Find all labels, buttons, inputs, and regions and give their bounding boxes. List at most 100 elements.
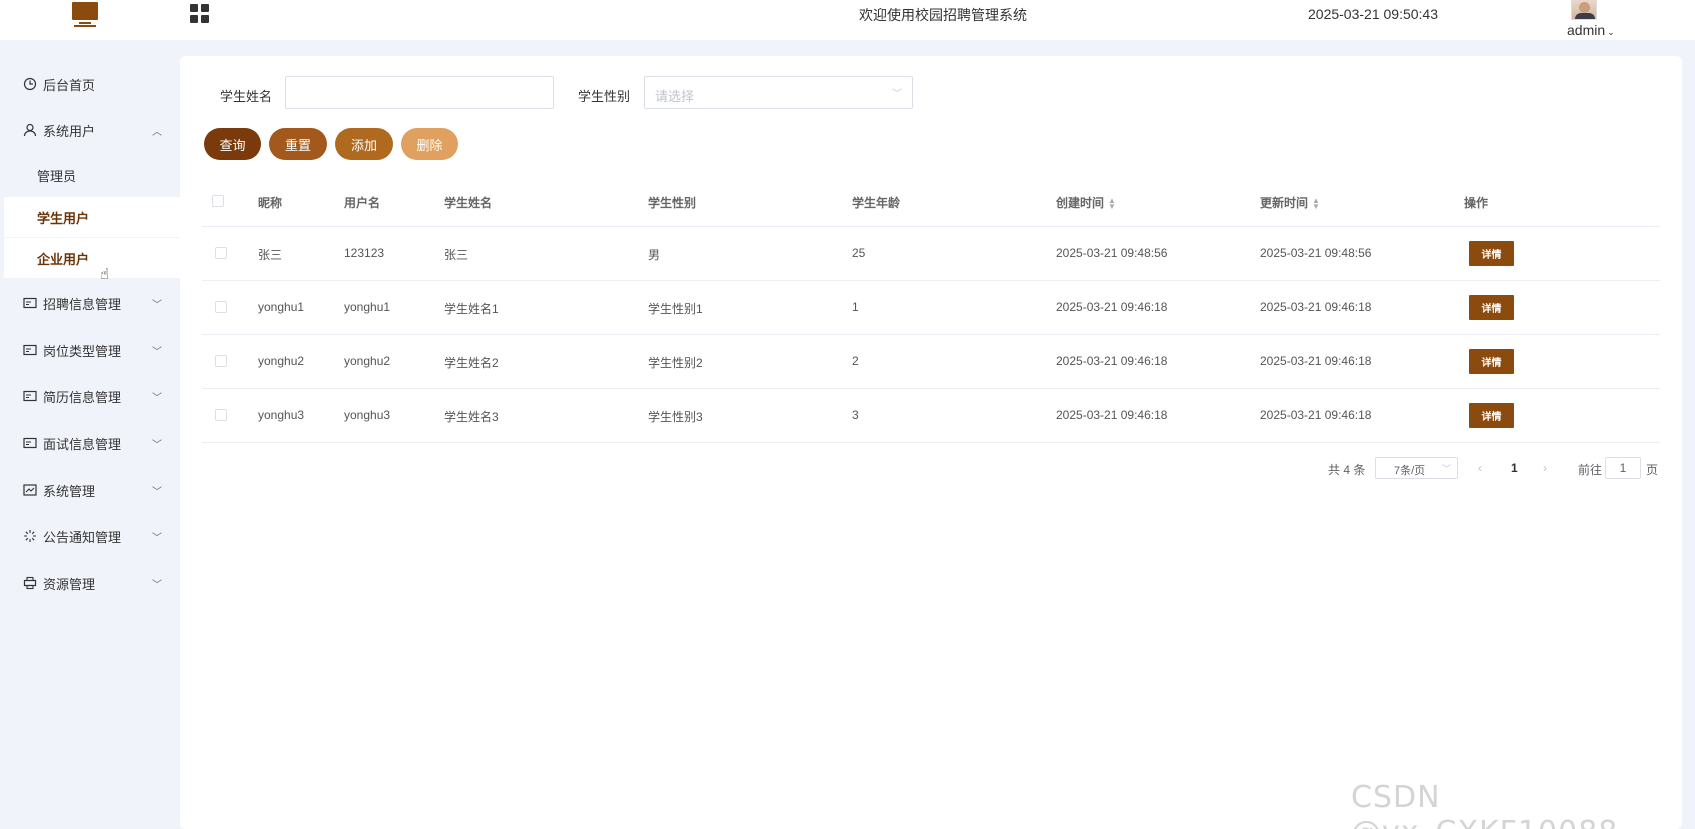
row-checkbox[interactable] [215, 301, 227, 313]
detail-button[interactable]: 详情 [1469, 349, 1514, 374]
add-button[interactable]: 添加 [335, 128, 393, 160]
goto-label: 前往 [1578, 463, 1603, 477]
current-datetime: 2025-03-21 09:50:43 [1308, 6, 1438, 22]
cell-student-age: 2 [852, 354, 859, 368]
column-header-label: 创建时间 [1056, 196, 1105, 210]
chart-icon [23, 483, 37, 497]
user-icon [23, 123, 37, 137]
printer-icon [23, 576, 37, 590]
cell-updated-time: 2025-03-21 09:46:18 [1260, 408, 1372, 422]
user-menu[interactable]: admin ⌄ [1567, 22, 1615, 38]
sidebar-item-system-management[interactable]: 系统管理 ﹀ [0, 470, 180, 510]
sidebar-item-resumes[interactable]: 简历信息管理 ﹀ [0, 376, 180, 416]
sidebar-item-notices[interactable]: 公告通知管理 ﹀ [0, 516, 180, 556]
sidebar-item-interviews[interactable]: 面试信息管理 ﹀ [0, 423, 180, 463]
cell-student-age: 25 [852, 246, 866, 260]
cell-nickname: 张三 [258, 248, 283, 262]
sidebar-item-label: 学生用户 [37, 210, 90, 226]
cell-updated-time: 2025-03-21 09:46:18 [1260, 354, 1372, 368]
sidebar-item-label: 招聘信息管理 [43, 296, 122, 312]
row-checkbox[interactable] [215, 247, 227, 259]
logo-icon[interactable] [72, 2, 98, 27]
sidebar-item-label: 资源管理 [43, 576, 96, 592]
loading-icon [23, 529, 37, 543]
chevron-down-icon: ﹀ [892, 89, 902, 100]
sidebar-item-recruitment[interactable]: 招聘信息管理 ﹀ [0, 283, 180, 323]
column-header-updated-time[interactable]: 更新时间 ▲ ▼ [1260, 194, 1320, 211]
cell-nickname: yonghu3 [258, 408, 305, 422]
sidebar-subitem-admin[interactable]: 管理员 [4, 155, 180, 195]
sidebar-item-dashboard[interactable]: 后台首页 [0, 64, 180, 104]
cell-student-gender: 男 [648, 248, 661, 262]
column-header-student-name: 学生姓名 [444, 196, 493, 210]
sidebar-subitem-student-users[interactable]: 学生用户 [4, 197, 180, 237]
cell-created-time: 2025-03-21 09:48:56 [1056, 246, 1168, 260]
cell-student-name: 张三 [444, 248, 469, 262]
row-divider [202, 442, 1660, 443]
sidebar-item-label: 后台首页 [43, 77, 96, 93]
chevron-down-icon: ﹀ [1441, 464, 1451, 474]
card-icon [23, 296, 37, 310]
card-icon [23, 343, 37, 357]
cell-created-time: 2025-03-21 09:46:18 [1056, 354, 1168, 368]
top-header: 欢迎使用校园招聘管理系统 2025-03-21 09:50:43 admin ⌄ [0, 0, 1695, 40]
cell-username: yonghu1 [344, 300, 391, 314]
row-divider [202, 388, 1660, 389]
hand-cursor-icon: ☝ [100, 266, 110, 283]
next-page-icon[interactable]: › [1543, 461, 1547, 475]
sidebar-item-label: 岗位类型管理 [43, 343, 122, 359]
sidebar-item-label: 系统用户 [43, 123, 96, 139]
sidebar-item-resources[interactable]: 资源管理 ﹀ [0, 563, 180, 603]
sidebar-subitem-enterprise-users[interactable]: 企业用户 [4, 238, 180, 278]
watermark: CSDN @vx_CXKF10088 [1351, 780, 1617, 829]
column-header-actions: 操作 [1464, 196, 1489, 210]
chevron-down-icon: ﹀ [152, 440, 162, 451]
query-button[interactable]: 查询 [204, 128, 261, 160]
page-number-current[interactable]: 1 [1511, 461, 1518, 475]
cell-student-name: 学生姓名3 [444, 410, 499, 424]
avatar[interactable] [1571, 0, 1597, 20]
student-name-label: 学生姓名 [220, 89, 273, 104]
prev-page-icon[interactable]: ‹ [1478, 461, 1482, 475]
sidebar-item-label: 系统管理 [43, 483, 96, 499]
detail-button[interactable]: 详情 [1469, 403, 1514, 428]
goto-page-input[interactable]: 1 [1605, 457, 1641, 479]
page-suffix: 页 [1646, 463, 1659, 477]
sidebar-item-label: 管理员 [37, 168, 77, 184]
detail-button[interactable]: 详情 [1469, 241, 1514, 266]
sidebar-item-system-users[interactable]: 系统用户 ︿ [0, 110, 180, 150]
cell-username: yonghu2 [344, 354, 391, 368]
chevron-down-icon: ﹀ [152, 300, 162, 311]
student-gender-select[interactable]: 请选择 ﹀ [644, 76, 913, 109]
column-header-label: 更新时间 [1260, 196, 1309, 210]
row-divider [202, 280, 1660, 281]
menu-grid-icon[interactable] [190, 4, 209, 23]
sort-icon[interactable]: ▲ ▼ [1108, 196, 1116, 210]
detail-button[interactable]: 详情 [1469, 295, 1514, 320]
reset-button[interactable]: 重置 [269, 128, 327, 160]
row-checkbox[interactable] [215, 409, 227, 421]
cell-student-gender: 学生性别3 [648, 410, 703, 424]
card-icon [23, 436, 37, 450]
cell-created-time: 2025-03-21 09:46:18 [1056, 300, 1168, 314]
select-all-checkbox[interactable] [212, 195, 224, 207]
cell-student-gender: 学生性别1 [648, 302, 703, 316]
row-divider [202, 226, 1660, 227]
column-header-created-time[interactable]: 创建时间 ▲ ▼ [1056, 194, 1116, 211]
sidebar-item-job-types[interactable]: 岗位类型管理 ﹀ [0, 330, 180, 370]
chevron-up-icon: ︿ [152, 127, 162, 138]
sidebar-item-label: 简历信息管理 [43, 389, 122, 405]
cell-student-name: 学生姓名2 [444, 356, 499, 370]
user-name: admin [1567, 22, 1606, 38]
cell-student-name: 学生姓名1 [444, 302, 499, 316]
main-content: 学生姓名 学生性别 请选择 ﹀ 查询 重置 添加 删除 昵称 用户名 学生姓名 … [180, 56, 1682, 829]
page-size-select[interactable]: 7条/页 ﹀ [1375, 457, 1458, 479]
student-name-input[interactable] [285, 76, 554, 109]
row-checkbox[interactable] [215, 355, 227, 367]
cell-nickname: yonghu2 [258, 354, 305, 368]
sort-icon[interactable]: ▲ ▼ [1312, 196, 1320, 210]
student-gender-label: 学生性别 [578, 89, 631, 104]
delete-button[interactable]: 删除 [401, 128, 458, 160]
cell-updated-time: 2025-03-21 09:46:18 [1260, 300, 1372, 314]
chevron-down-icon: ﹀ [152, 533, 162, 544]
